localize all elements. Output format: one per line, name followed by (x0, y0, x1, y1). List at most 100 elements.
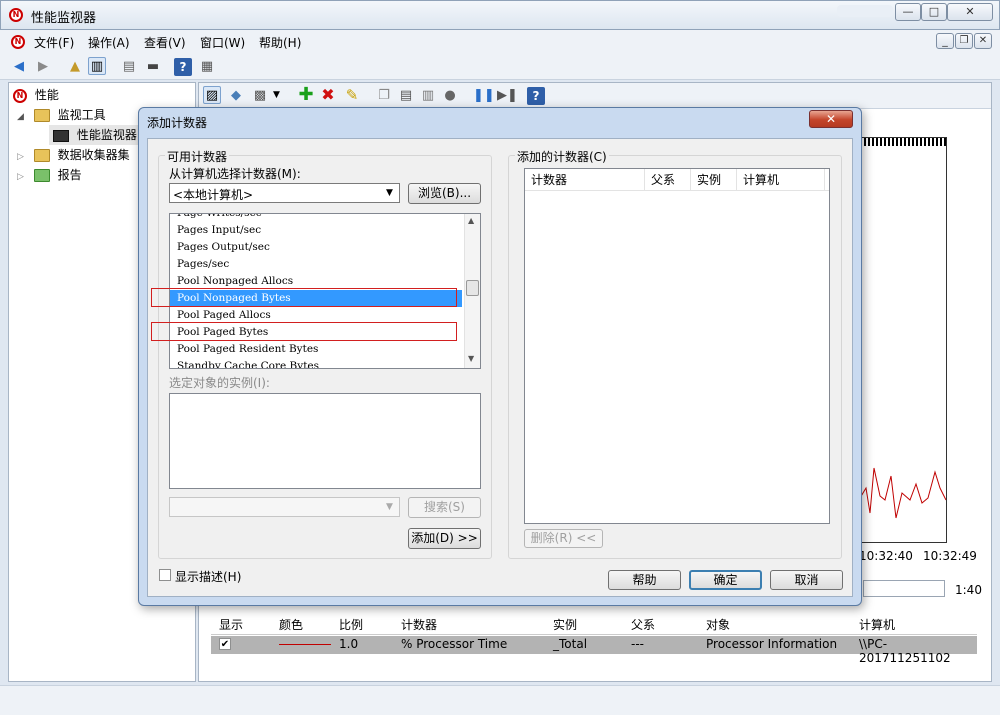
inner-restore-button[interactable]: ❐ (955, 33, 973, 49)
inner-minimize-button[interactable]: _ (936, 33, 954, 49)
menu-help[interactable]: 帮助(H) (259, 34, 301, 51)
highlight-icon[interactable]: ✎ (343, 86, 361, 104)
row-object: Processor Information (706, 637, 838, 651)
view-graph-icon[interactable]: ▨ (203, 86, 221, 104)
title-glare (837, 5, 893, 17)
tree-item-data-collector[interactable]: ▷ 数据收集器集 (17, 145, 130, 165)
show-hide-tree-icon[interactable]: ▥ (88, 57, 106, 75)
added-col-parent[interactable]: 父系 (645, 169, 691, 191)
tree-item-monitor-tools[interactable]: ◢ 监视工具 (17, 105, 106, 125)
help-icon[interactable]: ? (527, 87, 545, 105)
col-counter[interactable]: 计数器 (401, 616, 437, 633)
menu-action[interactable]: 操作(A) (88, 34, 130, 51)
scroll-up-icon[interactable]: ▲ (468, 216, 474, 225)
forward-arrow-icon[interactable]: ▶ (34, 58, 52, 76)
counter-list-scrollbar[interactable]: ▲ ▼ (464, 214, 480, 368)
mmc-view-icon[interactable]: ▦ (198, 58, 216, 76)
search-button[interactable]: 搜索(S) (408, 497, 481, 518)
freeze-display-icon[interactable]: ❚❚ (473, 87, 495, 105)
tree-item-reports[interactable]: ▷ 报告 (17, 165, 82, 185)
maximize-button[interactable]: □ (921, 3, 947, 21)
instances-list[interactable] (169, 393, 481, 489)
list-item[interactable]: Pages Output/sec (170, 239, 462, 256)
close-button[interactable]: ✕ (947, 3, 993, 21)
up-folder-icon[interactable]: ▲ (66, 58, 84, 76)
col-parent[interactable]: 父系 (631, 616, 655, 633)
list-item[interactable]: Pool Paged Resident Bytes (170, 341, 462, 358)
list-item[interactable]: Pages/sec (170, 256, 462, 273)
cpu-line-series (860, 467, 946, 519)
select-from-label: 从计算机选择计数器(M): (169, 167, 301, 181)
added-col-instance[interactable]: 实例 (691, 169, 737, 191)
dialog-title: 添加计数器 (147, 116, 208, 130)
delete-counter-icon[interactable]: ✖ (319, 86, 337, 104)
folder-icon (33, 109, 50, 122)
minimize-button[interactable]: — (895, 3, 921, 21)
col-color[interactable]: 颜色 (279, 616, 303, 633)
scroll-thumb[interactable] (466, 280, 479, 296)
scroll-down-icon[interactable]: ▼ (468, 354, 474, 363)
list-item[interactable]: Standby Cache Core Bytes (170, 358, 462, 368)
dialog-body: 可用计数器 从计算机选择计数器(M): <本地计算机> ▼ 浏览(B)... P… (147, 138, 853, 597)
add-button[interactable]: 添加(D) >> (408, 528, 481, 549)
help-button[interactable]: 帮助 (608, 570, 681, 590)
tree-item-performance[interactable]: N 性能 (13, 85, 59, 105)
counter-table-row[interactable]: ✔ 1.0 % Processor Time _Total --- Proces… (211, 636, 977, 665)
computer-select[interactable]: <本地计算机> ▼ (169, 183, 400, 203)
monitor-chart-icon (53, 129, 69, 142)
collapse-triangle-icon[interactable]: ▷ (17, 152, 24, 162)
tree-item-perf-monitor-label: 性能监视器 (76, 128, 137, 142)
added-col-computer[interactable]: 计算机 (737, 169, 825, 191)
remove-button[interactable]: 删除(R) << (524, 529, 603, 548)
menu-view[interactable]: 查看(V) (144, 34, 186, 51)
graph-type-dropdown-icon[interactable]: ▼ (273, 90, 280, 100)
added-col-counter[interactable]: 计数器 (525, 169, 645, 191)
col-computer[interactable]: 计算机 (859, 616, 895, 633)
browse-button[interactable]: 浏览(B)... (408, 183, 481, 204)
expand-triangle-icon[interactable]: ◢ (17, 112, 24, 122)
chevron-down-icon[interactable]: ▼ (386, 188, 393, 198)
list-item[interactable]: Pages Input/sec (170, 222, 462, 239)
performance-graph (859, 137, 947, 543)
properties-icon[interactable]: ▤ (120, 58, 138, 76)
collapse-triangle-icon[interactable]: ▷ (17, 172, 24, 182)
perfmon-toolbar: ▨ ◆ ▩ ▼ ✚ ✖ ✎ ❐ ▤ ▥ ● ❚❚ ▶❚ ? (199, 83, 991, 109)
paste-counter-list-icon[interactable]: ▤ (397, 87, 415, 105)
added-counters-list[interactable]: 计数器 父系 实例 计算机 (524, 168, 830, 524)
perfmon-app-icon: N (9, 8, 23, 22)
properties-icon[interactable]: ▥ (419, 87, 437, 105)
menu-window[interactable]: 窗口(W) (200, 34, 245, 51)
main-toolbar: ◀ ▶ ▲ ▥ ▤ ▬ ? ▦ (0, 54, 1000, 80)
instance-search-combo[interactable]: ▼ (169, 497, 400, 517)
list-item[interactable]: Page Writes/sec (170, 214, 462, 222)
add-counter-icon[interactable]: ✚ (297, 86, 315, 104)
zoom-icon[interactable]: ● (441, 87, 459, 105)
print-icon[interactable]: ▬ (144, 58, 162, 76)
cancel-button[interactable]: 取消 (770, 570, 843, 590)
cube-icon[interactable]: ◆ (227, 87, 245, 105)
back-arrow-icon[interactable]: ◀ (10, 58, 28, 76)
update-data-icon[interactable]: ▶❚ (497, 87, 518, 105)
title-bar: N 性能监视器 — □ ✕ (0, 0, 1000, 30)
col-object[interactable]: 对象 (706, 616, 730, 633)
col-scale[interactable]: 比例 (339, 616, 363, 633)
counter-table-header: 显示 颜色 比例 计数器 实例 父系 对象 计算机 (211, 613, 977, 635)
performance-icon: N (13, 88, 27, 103)
mmc-app-icon[interactable]: N (11, 35, 25, 49)
menu-file[interactable]: 文件(F) (34, 34, 74, 51)
change-graph-type-icon[interactable]: ▩ (251, 87, 269, 105)
show-description-checkbox[interactable] (159, 569, 171, 581)
reports-folder-icon (33, 169, 50, 182)
copy-properties-icon[interactable]: ❐ (375, 87, 393, 105)
inner-close-button[interactable]: ✕ (974, 33, 992, 49)
col-show[interactable]: 显示 (219, 616, 243, 633)
collector-folder-icon (33, 149, 50, 162)
graph-time-start: 10:32:40 (859, 549, 913, 563)
show-checkbox[interactable]: ✔ (219, 638, 231, 650)
help-icon[interactable]: ? (174, 58, 192, 76)
computer-select-value: <本地计算机> (173, 188, 254, 202)
dialog-close-button[interactable]: ✕ (809, 110, 853, 128)
chevron-down-icon[interactable]: ▼ (386, 502, 393, 512)
ok-button[interactable]: 确定 (689, 570, 762, 590)
col-instance[interactable]: 实例 (553, 616, 577, 633)
